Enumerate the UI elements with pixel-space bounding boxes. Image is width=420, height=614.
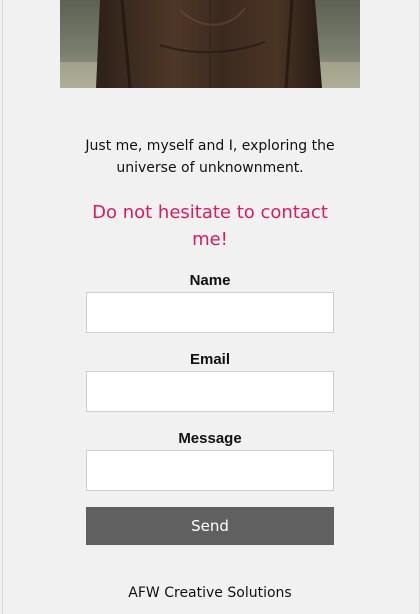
- name-label: Name: [189, 272, 231, 289]
- footer-company-name: AFW Creative Solutions: [128, 585, 292, 601]
- name-input[interactable]: [86, 292, 334, 333]
- hero-photo: [60, 0, 360, 88]
- page-border-left: [2, 0, 3, 614]
- email-input[interactable]: [86, 371, 334, 412]
- send-button[interactable]: Send: [86, 507, 334, 545]
- message-label: Message: [178, 430, 242, 447]
- contact-heading: Do not hesitate to contact me!: [92, 202, 328, 250]
- email-label: Email: [189, 351, 231, 368]
- hero-photo-art: [60, 0, 360, 88]
- bio-text: Just me, myself and I, exploring the uni…: [85, 138, 335, 176]
- message-input[interactable]: [86, 450, 334, 491]
